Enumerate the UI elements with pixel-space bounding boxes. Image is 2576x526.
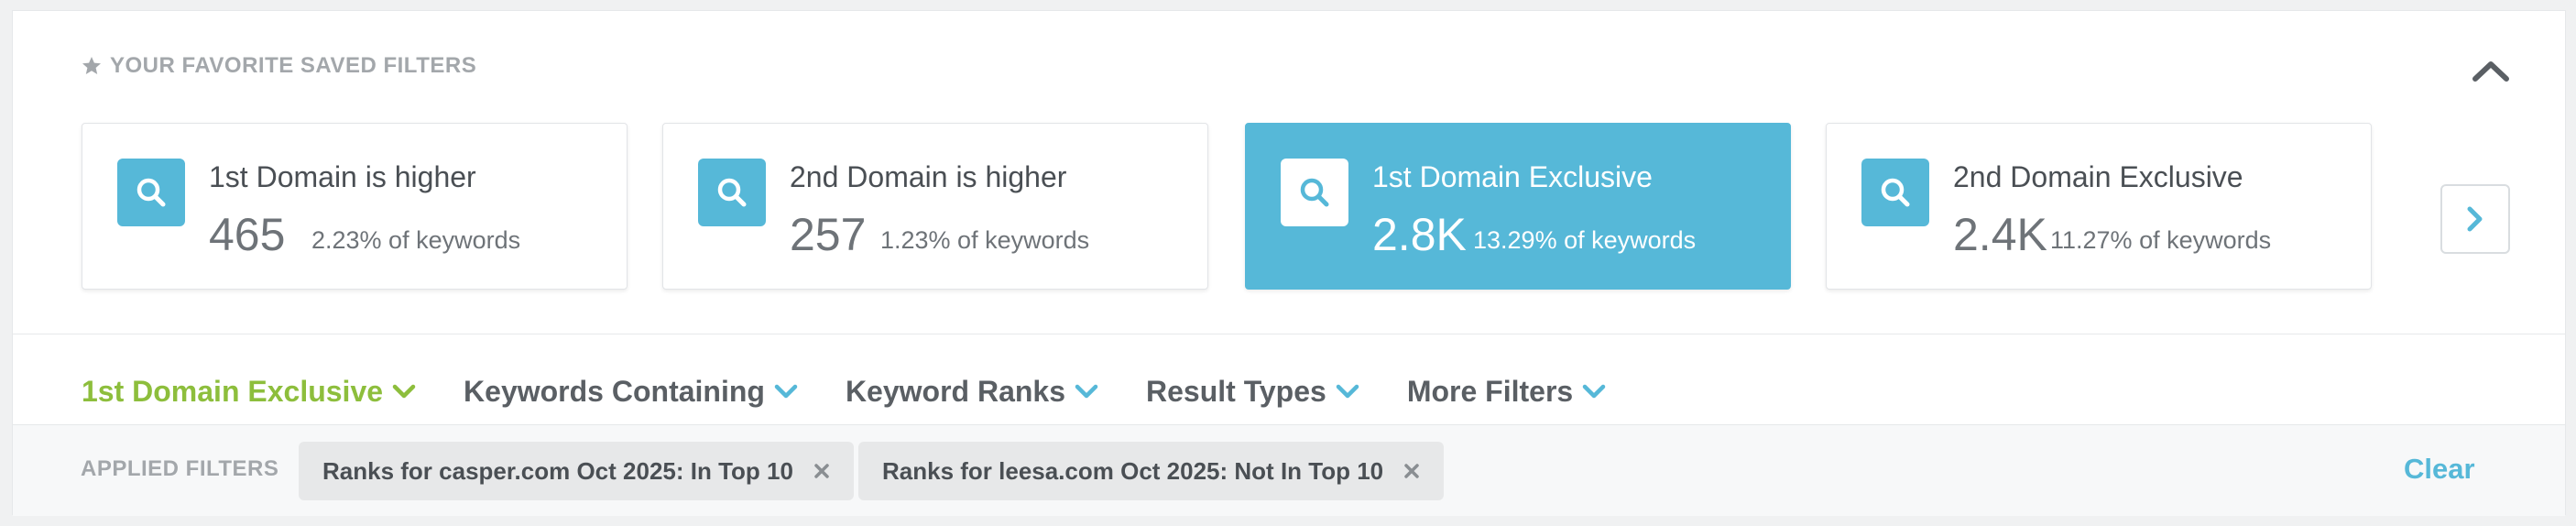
chevron-up-icon: [2472, 61, 2509, 82]
filter-dropdown-keyword-ranks[interactable]: Keyword Ranks: [846, 375, 1098, 409]
card-percent: 11.27% of keywords: [2050, 226, 2272, 254]
favorites-header: YOUR FAVORITE SAVED FILTERS: [81, 48, 476, 84]
card-count: 257: [790, 209, 867, 260]
filter-label: 1st Domain Exclusive: [82, 374, 384, 408]
filter-label: Result Types: [1146, 374, 1326, 408]
star-icon: [82, 57, 101, 74]
search-icon: [1881, 178, 1910, 207]
chevron-right-icon: [2467, 206, 2483, 232]
applied-filters-bar: APPLIED FILTERS Ranks for casper.com Oct…: [13, 425, 2565, 516]
favorite-card-1st-domain-exclusive[interactable]: 1st Domain Exclusive 2.8K 13.29% of keyw…: [1245, 123, 1791, 290]
filter-dropdown-more-filters[interactable]: More Filters: [1407, 375, 1606, 409]
remove-filter-icon[interactable]: [813, 463, 830, 479]
card-percent: 1.23% of keywords: [880, 226, 1090, 254]
filter-dropdown-1st-domain-exclusive[interactable]: 1st Domain Exclusive: [82, 375, 416, 409]
card-count: 465: [209, 209, 286, 260]
chevron-down-icon: [1582, 384, 1606, 399]
filter-bar: 1st Domain Exclusive Keywords Containing…: [82, 352, 1654, 431]
search-icon: [717, 178, 747, 207]
card-count: 2.8K: [1372, 209, 1467, 260]
filter-label: Keyword Ranks: [845, 374, 1066, 408]
chip-label: Ranks for leesa.com Oct 2025: Not In Top…: [882, 456, 1384, 485]
applied-filter-chip: Ranks for leesa.com Oct 2025: Not In Top…: [858, 442, 1445, 500]
applied-filter-chip: Ranks for casper.com Oct 2025: In Top 10: [299, 442, 854, 500]
search-icon-box: [698, 159, 766, 226]
applied-filters-label: APPLIED FILTERS: [81, 456, 279, 481]
favorite-card-1st-domain-higher[interactable]: 1st Domain is higher 465 2.23% of keywor…: [82, 123, 628, 290]
search-icon-box: [1281, 159, 1348, 226]
card-title: 1st Domain Exclusive: [1372, 160, 1653, 193]
clear-filters-link[interactable]: Clear: [2404, 453, 2475, 486]
favorite-card-2nd-domain-higher[interactable]: 2nd Domain is higher 257 1.23% of keywor…: [662, 123, 1208, 290]
favorites-header-label: YOUR FAVORITE SAVED FILTERS: [110, 53, 477, 78]
chip-label: Ranks for casper.com Oct 2025: In Top 10: [322, 456, 793, 485]
next-cards-button[interactable]: [2440, 184, 2510, 254]
chevron-down-icon: [392, 384, 416, 399]
saved-filters-panel: YOUR FAVORITE SAVED FILTERS 1st Domain i…: [12, 10, 2566, 516]
card-title: 2nd Domain is higher: [790, 160, 1067, 193]
card-count: 2.4K: [1953, 209, 2047, 260]
search-icon: [1300, 178, 1329, 207]
remove-filter-icon[interactable]: [1403, 463, 1420, 479]
card-percent: 13.29% of keywords: [1473, 226, 1697, 254]
filter-dropdown-result-types[interactable]: Result Types: [1146, 375, 1359, 409]
chevron-down-icon: [774, 384, 798, 399]
search-icon-box: [117, 159, 185, 226]
card-title: 2nd Domain Exclusive: [1953, 160, 2243, 193]
search-icon-box: [1861, 159, 1929, 226]
filter-dropdown-keywords-containing[interactable]: Keywords Containing: [464, 375, 798, 409]
search-icon: [136, 178, 166, 207]
card-percent: 2.23% of keywords: [311, 226, 521, 254]
chevron-down-icon: [1336, 384, 1359, 399]
filter-label: Keywords Containing: [464, 374, 765, 408]
favorite-card-2nd-domain-exclusive[interactable]: 2nd Domain Exclusive 2.4K 11.27% of keyw…: [1826, 123, 2372, 290]
card-title: 1st Domain is higher: [209, 160, 476, 193]
filter-label: More Filters: [1406, 374, 1574, 408]
chevron-down-icon: [1075, 384, 1098, 399]
collapse-button[interactable]: [2468, 52, 2514, 89]
